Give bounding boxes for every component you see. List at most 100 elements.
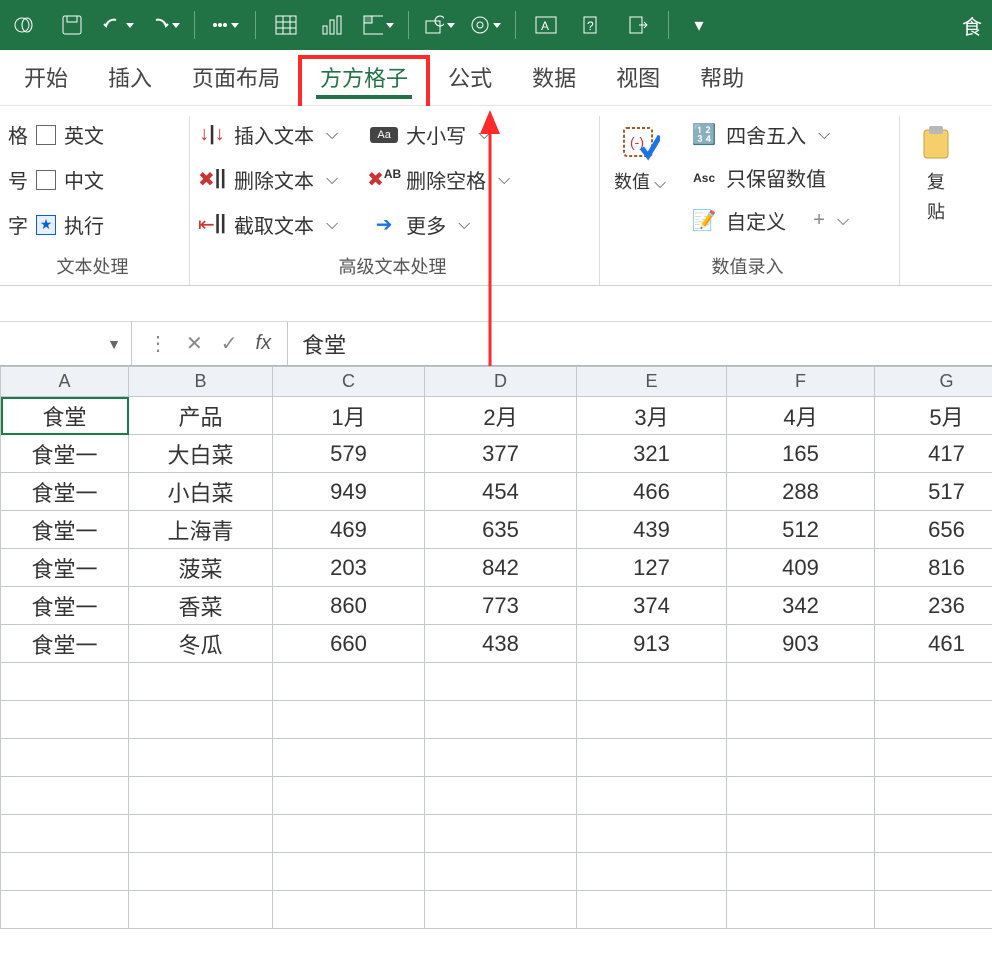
col-head-E[interactable]: E — [577, 367, 727, 397]
cell[interactable]: 466 — [577, 473, 727, 511]
cell[interactable]: 上海青 — [129, 511, 273, 549]
cell[interactable] — [577, 891, 727, 929]
cell[interactable] — [273, 739, 425, 777]
cell[interactable]: 860 — [273, 587, 425, 625]
cell[interactable]: 439 — [577, 511, 727, 549]
cell[interactable]: 913 — [577, 625, 727, 663]
cell[interactable] — [875, 701, 992, 739]
cell[interactable]: 656 — [875, 511, 992, 549]
cell[interactable] — [273, 853, 425, 891]
query-icon[interactable]: ? — [576, 9, 608, 41]
cell[interactable]: 香菜 — [129, 587, 273, 625]
fx-confirm-icon[interactable]: ✓ — [221, 331, 238, 356]
cell[interactable]: 816 — [875, 549, 992, 587]
save-icon[interactable] — [56, 9, 88, 41]
fx-cancel-icon[interactable]: ✕ — [186, 331, 203, 356]
cell[interactable]: 512 — [727, 511, 875, 549]
cell[interactable] — [875, 891, 992, 929]
cell-E1[interactable]: 3月 — [577, 397, 727, 435]
autosave-toggle-icon[interactable] — [10, 9, 42, 41]
tab-fangfang-gezi[interactable]: 方方格子 — [316, 51, 412, 105]
cell[interactable] — [875, 815, 992, 853]
fx-icon[interactable]: fx — [256, 332, 272, 355]
cell[interactable]: 374 — [577, 587, 727, 625]
cell[interactable]: 409 — [727, 549, 875, 587]
name-box-dropdown-icon[interactable]: ▼ — [107, 336, 121, 352]
shape-icon[interactable] — [423, 9, 455, 41]
round-button[interactable]: 🔢四舍五入 — [690, 120, 849, 149]
cell[interactable] — [273, 701, 425, 739]
cell[interactable]: 冬瓜 — [129, 625, 273, 663]
tab-insert[interactable]: 插入 — [104, 51, 156, 105]
cell[interactable] — [129, 853, 273, 891]
col-head-B[interactable]: B — [129, 367, 273, 397]
cell-D1[interactable]: 2月 — [425, 397, 577, 435]
cell[interactable]: 236 — [875, 587, 992, 625]
cell[interactable] — [727, 739, 875, 777]
cell[interactable] — [577, 663, 727, 701]
custom-button[interactable]: 📝自定义 + — [690, 206, 849, 235]
cell[interactable]: 903 — [727, 625, 875, 663]
pivot-icon[interactable] — [362, 9, 394, 41]
cell[interactable] — [1, 891, 129, 929]
checkbox-execute[interactable] — [36, 215, 56, 235]
cell[interactable]: 417 — [875, 435, 992, 473]
cell-C1[interactable]: 1月 — [273, 397, 425, 435]
doc-out-icon[interactable] — [622, 9, 654, 41]
overflow-icon[interactable]: ▾ — [683, 9, 715, 41]
insert-text-button[interactable]: ↓|↓插入文本 — [198, 120, 338, 149]
cell[interactable] — [727, 701, 875, 739]
cell[interactable]: 461 — [875, 625, 992, 663]
cell[interactable]: 773 — [425, 587, 577, 625]
cell[interactable] — [1, 739, 129, 777]
cell-F1[interactable]: 4月 — [727, 397, 875, 435]
cell[interactable]: 842 — [425, 549, 577, 587]
cell[interactable] — [129, 663, 273, 701]
cell[interactable] — [273, 663, 425, 701]
cell[interactable]: 食堂一 — [1, 473, 129, 511]
cell[interactable] — [1, 777, 129, 815]
case-button[interactable]: Aa大小写 — [370, 120, 510, 149]
cell[interactable]: 203 — [273, 549, 425, 587]
cell-A1[interactable]: 食堂 — [1, 397, 129, 435]
cell[interactable] — [577, 853, 727, 891]
redo-icon[interactable] — [148, 9, 180, 41]
cell[interactable]: 菠菜 — [129, 549, 273, 587]
cell[interactable]: 食堂一 — [1, 587, 129, 625]
cell[interactable] — [129, 739, 273, 777]
cell[interactable]: 大白菜 — [129, 435, 273, 473]
dots-icon[interactable] — [209, 9, 241, 41]
cell[interactable] — [1, 853, 129, 891]
cell[interactable]: 食堂一 — [1, 549, 129, 587]
cell[interactable] — [425, 663, 577, 701]
formula-input[interactable]: 食堂 — [288, 322, 992, 365]
tab-page-layout[interactable]: 页面布局 — [188, 51, 284, 105]
cell[interactable] — [727, 891, 875, 929]
cell[interactable]: 660 — [273, 625, 425, 663]
col-head-A[interactable]: A — [1, 367, 129, 397]
cell[interactable]: 342 — [727, 587, 875, 625]
col-head-D[interactable]: D — [425, 367, 577, 397]
cell[interactable]: 635 — [425, 511, 577, 549]
cell[interactable] — [425, 739, 577, 777]
cell[interactable]: 165 — [727, 435, 875, 473]
cell[interactable] — [727, 663, 875, 701]
checkbox-english[interactable] — [36, 125, 56, 145]
cell[interactable] — [273, 777, 425, 815]
cell[interactable] — [875, 853, 992, 891]
chart-icon[interactable] — [316, 9, 348, 41]
name-box[interactable]: ▼ — [0, 322, 132, 365]
cell[interactable] — [425, 701, 577, 739]
cell[interactable] — [273, 891, 425, 929]
cell[interactable] — [129, 891, 273, 929]
cell[interactable] — [129, 815, 273, 853]
col-head-F[interactable]: F — [727, 367, 875, 397]
cell[interactable] — [577, 777, 727, 815]
cell[interactable]: 288 — [727, 473, 875, 511]
cell[interactable] — [875, 663, 992, 701]
cell[interactable] — [875, 777, 992, 815]
cell[interactable] — [129, 777, 273, 815]
cell[interactable] — [129, 701, 273, 739]
cell[interactable] — [425, 853, 577, 891]
extract-text-button[interactable]: ⇤||截取文本 — [198, 210, 338, 239]
